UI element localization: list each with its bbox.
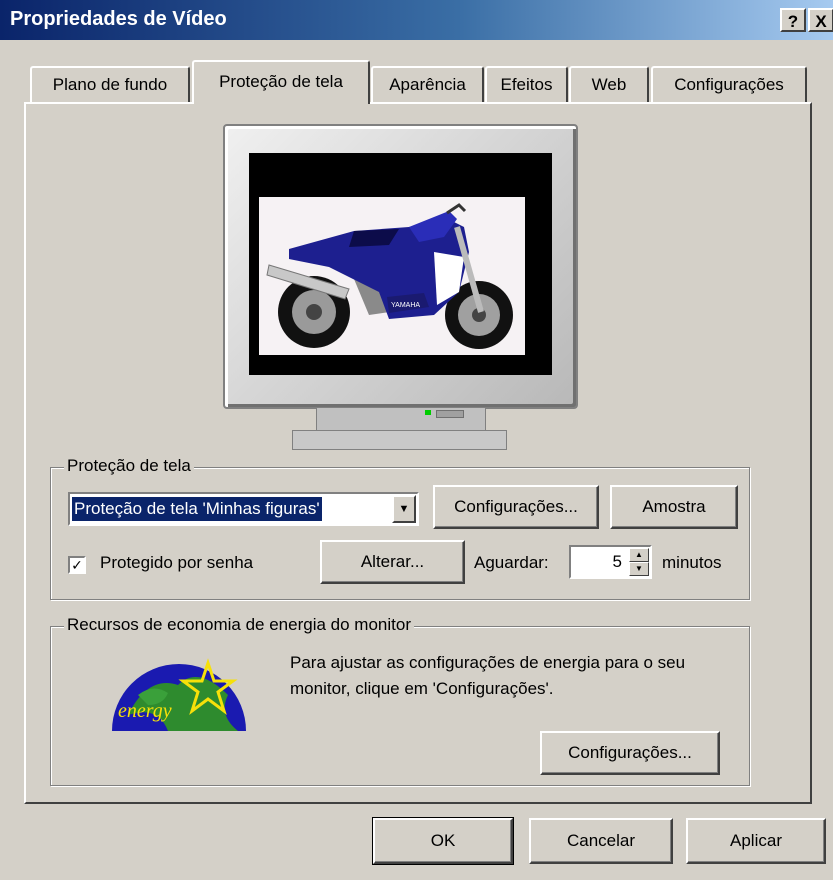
cancel-button[interactable]: Cancelar — [529, 818, 673, 864]
monitor-slot — [436, 410, 464, 418]
tab-aparencia[interactable]: Aparência — [371, 66, 484, 102]
password-label[interactable]: Protegido por senha — [100, 553, 253, 573]
monitor-stand-foot — [292, 430, 507, 450]
screensaver-selected-value: Proteção de tela 'Minhas figuras' — [71, 496, 323, 522]
energy-group-label: Recursos de economia de energia do monit… — [64, 615, 414, 635]
close-button[interactable]: X — [808, 8, 833, 32]
motorcycle-image: YAMAHA — [266, 203, 513, 349]
bike-brand-text: YAMAHA — [391, 302, 420, 309]
tab-web[interactable]: Web — [569, 66, 649, 102]
screensaver-group-label: Proteção de tela — [64, 456, 194, 476]
spin-up-icon[interactable]: ▲ — [629, 548, 649, 562]
change-password-button[interactable]: Alterar... — [320, 540, 465, 584]
energy-logo-text: energy — [118, 700, 172, 722]
title-bar[interactable]: Propriedades de Vídeo ? X — [0, 0, 833, 40]
ok-button[interactable]: OK — [372, 817, 514, 865]
tab-efeitos[interactable]: Efeitos — [485, 66, 568, 102]
tab-configuracoes[interactable]: Configurações — [651, 66, 807, 102]
preview-button[interactable]: Amostra — [610, 485, 738, 529]
window-title: Propriedades de Vídeo — [10, 8, 227, 30]
apply-button[interactable]: Aplicar — [686, 818, 826, 864]
power-led — [425, 410, 431, 415]
screensaver-preview-image: YAMAHA — [259, 197, 525, 355]
spin-down-icon[interactable]: ▼ — [629, 562, 649, 576]
wait-minutes-stepper[interactable]: 5 ▲ ▼ — [569, 545, 652, 579]
password-checkbox[interactable]: ✓ — [68, 556, 86, 574]
help-button[interactable]: ? — [780, 8, 806, 32]
screensaver-select[interactable]: Proteção de tela 'Minhas figuras' ▼ — [68, 492, 419, 526]
wait-minutes-value[interactable]: 5 — [613, 552, 622, 572]
energy-description: Para ajustar as configurações de energia… — [290, 653, 686, 698]
screensaver-settings-button[interactable]: Configurações... — [433, 485, 599, 529]
tab-protecao-de-tela[interactable]: Proteção de tela — [192, 60, 370, 104]
minutes-label: minutos — [662, 553, 722, 572]
energy-settings-button[interactable]: Configurações... — [540, 731, 720, 775]
wait-label: Aguardar: — [474, 553, 549, 572]
dropdown-arrow-icon[interactable]: ▼ — [392, 495, 416, 523]
tab-plano-de-fundo[interactable]: Plano de fundo — [30, 66, 190, 102]
energy-star-logo: energy — [112, 658, 246, 731]
